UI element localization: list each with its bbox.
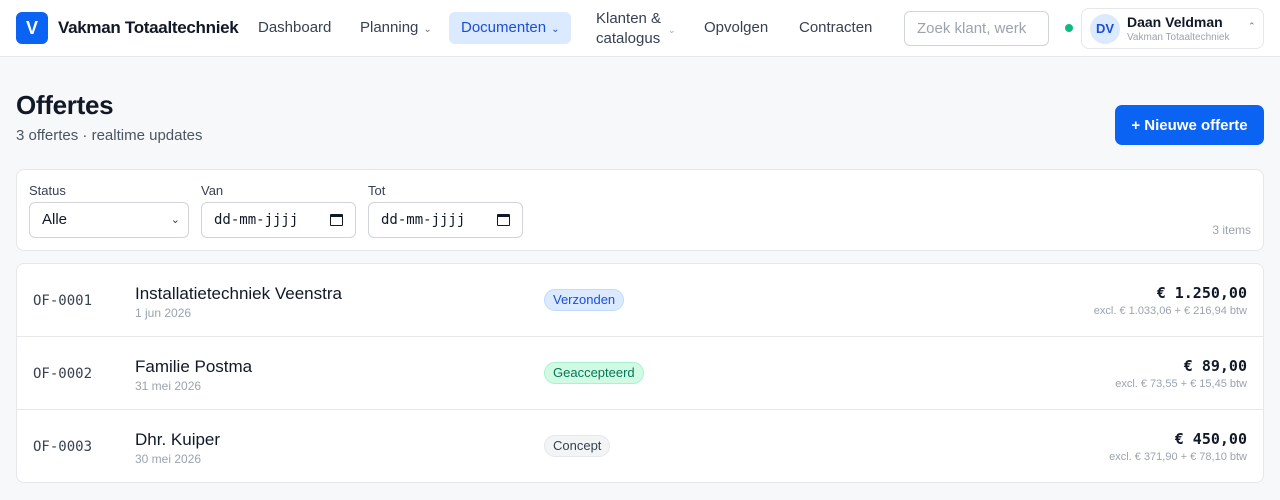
table-row[interactable]: OF-0002 Familie Postma 31 mei 2026 Geacc… <box>17 337 1263 410</box>
table-row[interactable]: OF-0003 Dhr. Kuiper 30 mei 2026 Concept … <box>17 410 1263 482</box>
quote-date: 1 jun 2026 <box>135 306 192 320</box>
new-quote-button[interactable]: + Nieuwe offerte <box>1115 105 1264 145</box>
user-organization: Vakman Totaaltechniek <box>1127 32 1230 43</box>
to-date-value: dd-mm-jjjj <box>381 212 466 228</box>
status-select-value: Alle <box>42 211 68 228</box>
chevron-icon: ⌃ <box>1248 21 1256 31</box>
status-badge: Verzonden <box>544 289 625 311</box>
status-select[interactable]: Alle ⌄ <box>29 202 189 238</box>
quote-id: OF-0003 <box>33 439 93 455</box>
app-logo[interactable]: V <box>16 12 48 44</box>
quote-amount: € 450,00 <box>1174 430 1247 448</box>
quote-date: 30 mei 2026 <box>135 452 202 466</box>
quotes-list: OF-0001 Installatietechniek Veenstra 1 j… <box>16 263 1264 483</box>
nav-klanten-label-line1: Klanten & <box>596 10 662 27</box>
from-date-value: dd-mm-jjjj <box>214 212 299 228</box>
quote-id: OF-0002 <box>33 366 93 382</box>
quote-vat-breakdown: excl. € 1.033,06 + € 216,94 btw <box>1093 305 1247 317</box>
status-badge: Concept <box>544 435 611 457</box>
online-status-dot <box>1065 24 1073 32</box>
nav-opvolgen[interactable]: Opvolgen <box>704 12 768 44</box>
quote-id: OF-0001 <box>33 293 93 309</box>
top-navigation-bar: V Vakman Totaaltechniek Dashboard Planni… <box>0 0 1280 57</box>
nav-planning-label: Planning <box>360 19 419 36</box>
calendar-icon[interactable] <box>330 214 343 226</box>
avatar: DV <box>1090 14 1120 44</box>
user-name: Daan Veldman <box>1127 14 1223 30</box>
quote-client: Installatietechniek Veenstra <box>135 284 342 303</box>
nav-planning[interactable]: Planning ⌄ <box>360 12 432 44</box>
nav-dashboard-label: Dashboard <box>258 19 332 36</box>
quote-client: Dhr. Kuiper <box>135 430 221 449</box>
status-filter-label: Status <box>29 183 66 198</box>
nav-documenten[interactable]: Documenten ⌄ <box>449 12 572 44</box>
chevron-down-icon: ⌄ <box>423 24 432 35</box>
user-menu[interactable]: DV Daan Veldman Vakman Totaaltechniek ⌃ <box>1081 8 1264 49</box>
nav-klanten-catalogus[interactable]: Klanten & catalogus ⌄ <box>596 9 676 49</box>
chevron-down-icon: ⌄ <box>668 25 676 35</box>
from-date-input[interactable]: dd-mm-jjjj <box>201 202 356 238</box>
quote-amount: € 1.250,00 <box>1156 284 1247 302</box>
chevron-down-icon: ⌄ <box>170 214 180 226</box>
nav-dashboard[interactable]: Dashboard <box>258 12 331 44</box>
to-date-label: Tot <box>368 183 386 198</box>
brand-name[interactable]: Vakman Totaaltechniek <box>58 18 239 38</box>
status-badge: Geaccepteerd <box>544 362 644 384</box>
quote-vat-breakdown: excl. € 371,90 + € 78,10 btw <box>1109 451 1247 463</box>
page-subtitle: 3 offertes · realtime updates <box>16 127 203 144</box>
search-input[interactable] <box>904 11 1049 46</box>
quote-amount: € 89,00 <box>1183 357 1247 375</box>
from-date-label: Van <box>201 183 224 198</box>
quote-vat-breakdown: excl. € 73,55 + € 15,45 btw <box>1115 378 1247 390</box>
filter-panel: Status Alle ⌄ Van dd-mm-jjjj Tot dd-mm-j… <box>16 169 1264 251</box>
item-count: 3 items <box>1212 223 1251 237</box>
page-title: Offertes <box>16 90 114 120</box>
table-row[interactable]: OF-0001 Installatietechniek Veenstra 1 j… <box>17 264 1263 337</box>
calendar-icon[interactable] <box>497 214 510 226</box>
nav-contracten-label: Contracten <box>799 19 873 36</box>
nav-klanten-label-line2: catalogus <box>596 30 661 47</box>
nav-opvolgen-label: Opvolgen <box>704 19 769 36</box>
nav-documenten-label: Documenten <box>461 19 547 36</box>
chevron-down-icon: ⌄ <box>551 24 560 35</box>
nav-contracten[interactable]: Contracten <box>799 12 872 44</box>
quote-date: 31 mei 2026 <box>135 379 202 393</box>
quote-client: Familie Postma <box>135 357 253 376</box>
to-date-input[interactable]: dd-mm-jjjj <box>368 202 523 238</box>
